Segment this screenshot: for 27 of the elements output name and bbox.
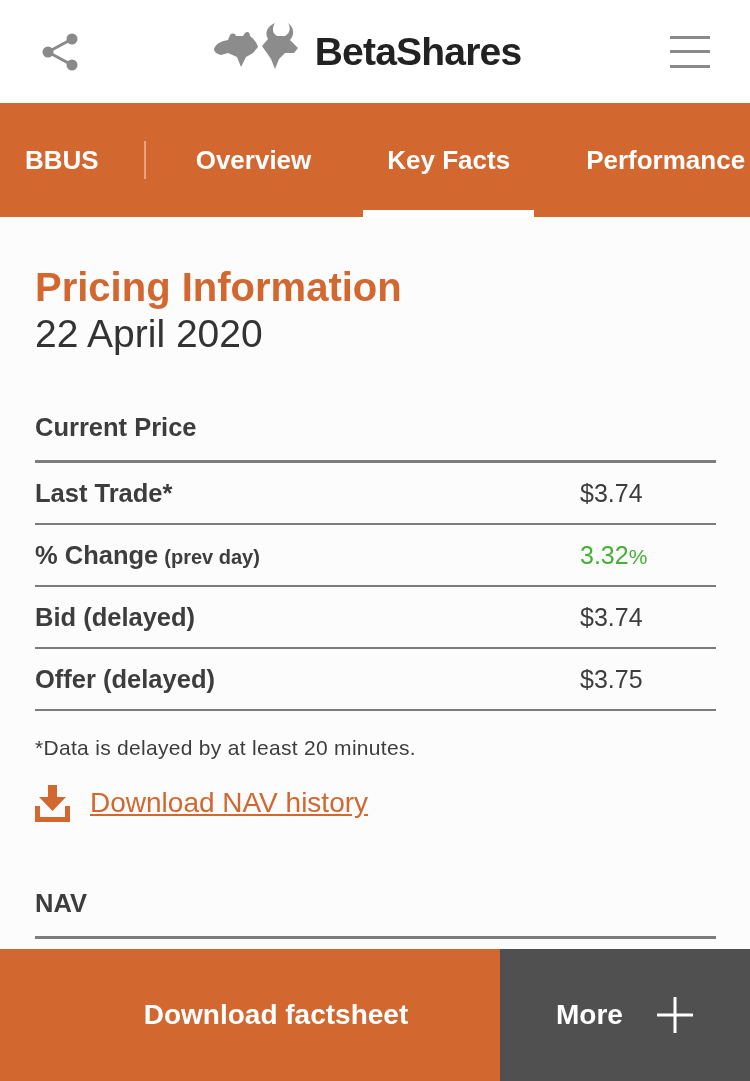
nav-tab[interactable]: Performance — [562, 103, 748, 217]
nav-tab[interactable]: Key Facts — [363, 103, 535, 217]
row-label: Offer (delayed) — [35, 664, 215, 694]
bear-and-bull-icon — [212, 21, 299, 70]
more-button[interactable]: More — [500, 949, 750, 1081]
row-value: $3.74 — [580, 602, 644, 632]
logo-text: BetaShares — [314, 29, 522, 74]
row-value: 3.32% — [580, 540, 649, 570]
section-title: Pricing Information — [35, 264, 403, 311]
plus-icon — [656, 997, 693, 1033]
row-label: Last Trade* — [35, 478, 173, 508]
table-heading: Current Price — [35, 412, 716, 463]
menu-icon[interactable] — [670, 35, 710, 68]
nav-tab[interactable]: Overview — [171, 103, 336, 217]
download-link[interactable]: Download NAV history — [90, 787, 369, 819]
row-label: Bid (delayed) — [35, 602, 196, 632]
pricing-date: 22 April 2020 — [35, 311, 264, 357]
download-icon[interactable] — [35, 784, 70, 822]
share-icon[interactable] — [42, 32, 78, 71]
row-value: $3.75 — [580, 664, 644, 694]
footnote-text: *Data is delayed by at least 20 minutes. — [35, 736, 417, 760]
row-label: % Change — [35, 540, 159, 570]
row-label-note: (prev day) — [164, 545, 260, 569]
table-heading: NAV — [35, 888, 716, 939]
fund-code: BBUS — [25, 144, 99, 176]
download-factsheet-button[interactable]: Download factsheet — [0, 949, 500, 1081]
row-value: $3.74 — [580, 478, 644, 508]
